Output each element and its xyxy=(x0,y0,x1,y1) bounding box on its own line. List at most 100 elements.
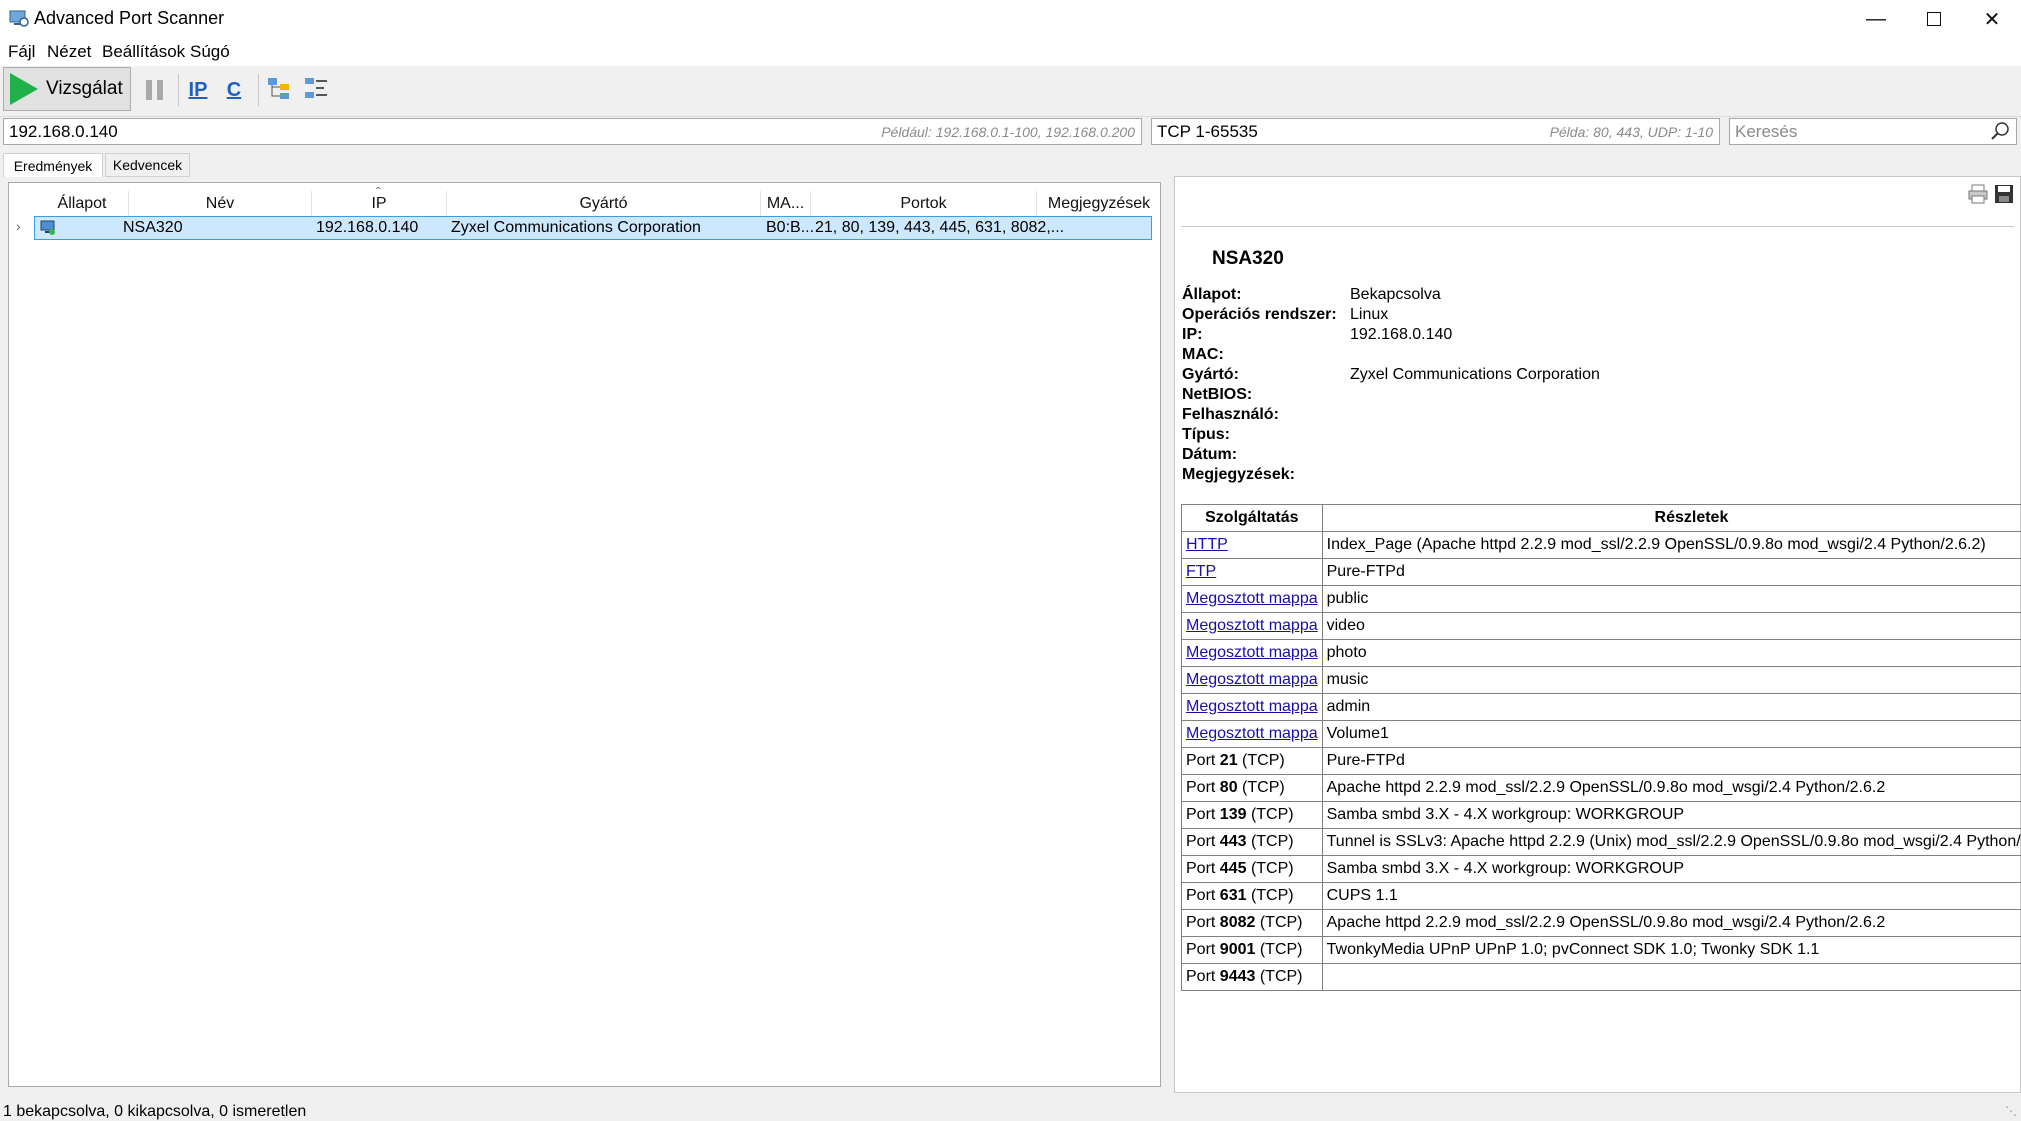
column-header-ip-label: IP xyxy=(371,195,387,212)
service-link[interactable]: Megosztott mappa xyxy=(1186,617,1318,634)
scan-button[interactable]: Vizsgálat xyxy=(3,67,131,111)
ip-range-hint: Például: 192.168.0.1-100, 192.168.0.200 xyxy=(881,124,1135,140)
expand-all-button[interactable] xyxy=(265,76,293,104)
window-title: Advanced Port Scanner xyxy=(34,8,225,28)
ip-range-field[interactable]: 192.168.0.140 Például: 192.168.0.1-100, … xyxy=(3,118,1142,145)
maximize-button[interactable] xyxy=(1905,0,1963,38)
menu-file[interactable]: Fájl xyxy=(8,42,35,62)
service-link[interactable]: Megosztott mappa xyxy=(1186,644,1318,661)
service-link[interactable]: Megosztott mappa xyxy=(1186,725,1318,742)
service-row: Port 8082 (TCP) Apache httpd 2.2.9 mod_ss… xyxy=(1181,909,2021,937)
port-label: Port xyxy=(1186,752,1216,769)
menu-view[interactable]: Nézet xyxy=(47,42,91,62)
detail-label: Típus: xyxy=(1182,426,1230,443)
row-vendor: Zyxel Communications Corporation xyxy=(451,219,701,236)
detail-label: MAC: xyxy=(1182,346,1224,363)
row-ip: 192.168.0.140 xyxy=(316,219,419,236)
ports-field[interactable]: TCP 1-65535 Példa: 80, 443, UDP: 1-10 xyxy=(1151,118,1720,145)
service-row: Port 139 (TCP) Samba smbd 3.X - 4.X workg… xyxy=(1181,801,2021,829)
search-field[interactable]: Keresés xyxy=(1729,118,2017,145)
service-details: Samba smbd 3.X - 4.X workgroup: WORKGROU… xyxy=(1321,855,2021,883)
service-details: Pure-FTPd xyxy=(1321,558,2021,586)
row-ports: 21, 80, 139, 443, 445, 631, 8082,... xyxy=(815,219,1065,236)
port-protocol: (TCP) xyxy=(1242,752,1285,769)
class-c-subnet-button[interactable]: C xyxy=(220,76,248,104)
service-row: FTP Pure-FTPd xyxy=(1181,558,2021,586)
service-details: video xyxy=(1321,612,2021,640)
menu-help[interactable]: Súgó xyxy=(190,42,230,62)
services-table: Szolgáltatás Részletek HTTP Index_Page (A… xyxy=(1181,504,2021,991)
service-row: Port 21 (TCP) Pure-FTPd xyxy=(1181,747,2021,775)
search-placeholder: Keresés xyxy=(1735,122,1798,141)
port-number: 443 xyxy=(1219,833,1247,850)
pause-button[interactable] xyxy=(140,76,168,104)
column-header-name[interactable]: Név xyxy=(129,191,312,217)
save-button[interactable] xyxy=(1993,183,2015,210)
service-cell: Megosztott mappa xyxy=(1181,639,1323,667)
collapse-all-icon xyxy=(303,75,329,106)
toolbar-separator xyxy=(258,74,259,106)
column-header-status[interactable]: Állapot xyxy=(36,191,129,217)
column-header-ports[interactable]: Portok xyxy=(811,191,1037,217)
search-icon xyxy=(1990,121,2010,146)
scan-button-label: Vizsgálat xyxy=(46,78,123,99)
service-link[interactable]: HTTP xyxy=(1186,536,1228,553)
menu-settings[interactable]: Beállítások xyxy=(102,42,185,62)
collapse-all-button[interactable] xyxy=(302,76,330,104)
service-details: Pure-FTPd xyxy=(1321,747,2021,775)
service-cell: Port 445 (TCP) xyxy=(1181,855,1323,883)
tab-favorites[interactable]: Kedvencek xyxy=(105,153,190,177)
expand-all-icon xyxy=(266,75,292,106)
table-row[interactable]: NSA320 192.168.0.140 Zyxel Communication… xyxy=(34,216,1152,240)
column-header-mac[interactable]: MA... xyxy=(761,191,811,217)
toolbar-separator xyxy=(178,74,179,106)
host-name: NSA320 xyxy=(1212,248,1284,269)
service-details: Volume1 xyxy=(1321,720,2021,748)
minimize-button[interactable]: — xyxy=(1847,0,1905,38)
service-details: admin xyxy=(1321,693,2021,721)
detail-label: NetBIOS: xyxy=(1182,386,1253,403)
service-row: Port 80 (TCP) Apache httpd 2.2.9 mod_ssl/… xyxy=(1181,774,2021,802)
port-protocol: (TCP) xyxy=(1259,914,1303,931)
service-cell: Port 9001 (TCP) xyxy=(1181,936,1323,964)
port-protocol: (TCP) xyxy=(1259,968,1303,985)
row-mac: B0:B... xyxy=(766,219,815,236)
port-protocol: (TCP) xyxy=(1259,941,1303,958)
service-link[interactable]: Megosztott mappa xyxy=(1186,698,1318,715)
tab-results[interactable]: Eredmények xyxy=(3,153,103,177)
service-row: Megosztott mappa video xyxy=(1181,612,2021,640)
service-details: music xyxy=(1321,666,2021,694)
service-details: Index_Page (Apache httpd 2.2.9 mod_ssl/2… xyxy=(1321,531,2021,559)
menu-bar: Fájl Nézet Beállítások Súgó xyxy=(0,38,2021,66)
print-button[interactable] xyxy=(1967,183,1989,210)
service-row: Megosztott mappa public xyxy=(1181,585,2021,613)
detail-label: IP: xyxy=(1182,326,1203,343)
service-details: Apache httpd 2.2.9 mod_ssl/2.2.9 OpenSSL… xyxy=(1321,774,2021,802)
column-header-vendor[interactable]: Gyártó xyxy=(447,191,761,217)
column-header-ip[interactable]: IP ⌃ xyxy=(312,186,447,217)
service-cell: FTP xyxy=(1181,558,1323,586)
detail-label: Megjegyzések: xyxy=(1182,466,1295,483)
port-number: 9443 xyxy=(1219,968,1256,985)
port-protocol: (TCP) xyxy=(1250,806,1294,823)
service-cell: Port 443 (TCP) xyxy=(1181,828,1323,856)
service-details: photo xyxy=(1321,639,2021,667)
expand-row-icon[interactable]: › xyxy=(16,218,21,234)
service-link[interactable]: Megosztott mappa xyxy=(1186,590,1318,607)
port-label: Port xyxy=(1186,968,1216,985)
close-button[interactable]: ✕ xyxy=(1963,0,2021,38)
resize-grip-icon: ⋱ xyxy=(2005,1104,2017,1118)
service-link[interactable]: FTP xyxy=(1186,563,1216,580)
results-list: Állapot Név IP ⌃ Gyártó MA... Portok Meg… xyxy=(8,182,1161,1087)
service-details: CUPS 1.1 xyxy=(1321,882,2021,910)
port-number: 80 xyxy=(1219,779,1238,796)
service-link[interactable]: Megosztott mappa xyxy=(1186,671,1318,688)
service-cell: Megosztott mappa xyxy=(1181,666,1323,694)
port-number: 8082 xyxy=(1219,914,1256,931)
port-number: 21 xyxy=(1219,752,1238,769)
ip-subnet-button[interactable]: IP xyxy=(184,76,212,104)
detail-label: Dátum: xyxy=(1182,446,1238,463)
column-header-notes[interactable]: Megjegyzések xyxy=(1037,191,1161,217)
service-row: Megosztott mappa Volume1 xyxy=(1181,720,2021,748)
port-protocol: (TCP) xyxy=(1250,860,1294,877)
